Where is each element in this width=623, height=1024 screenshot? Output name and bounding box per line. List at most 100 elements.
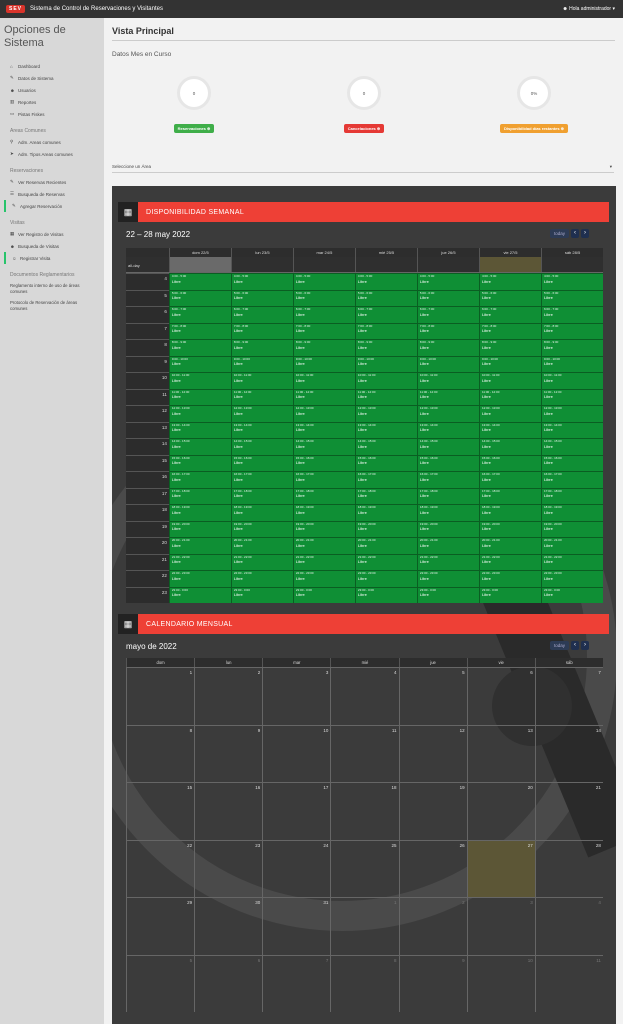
slot-event[interactable]: 21:00 - 22:00 Libre xyxy=(292,553,355,570)
slot-event[interactable]: 10:00 - 11:00 Libre xyxy=(354,372,417,389)
slot-event[interactable]: 23:00 - 0:00 Libre xyxy=(354,586,417,603)
slot-event[interactable]: 22:00 - 23:00 Libre xyxy=(478,570,541,587)
slot-event[interactable]: 10:00 - 11:00 Libre xyxy=(478,372,541,389)
month-day-cell[interactable]: 21 xyxy=(534,782,603,840)
slot-event[interactable]: 4:00 - 5:00 Libre xyxy=(478,273,541,290)
slot-event[interactable]: 10:00 - 11:00 Libre xyxy=(416,372,479,389)
cancelaciones-button[interactable]: Cancelaciones ⊕ xyxy=(343,124,385,133)
all-day-cell[interactable] xyxy=(231,257,293,272)
slot-event[interactable]: 12:00 - 13:00 Libre xyxy=(416,405,479,422)
slot-event[interactable]: 7:00 - 8:00 Libre xyxy=(354,322,417,339)
month-day-cell[interactable]: 15 xyxy=(126,782,195,840)
slot-event[interactable]: 12:00 - 13:00 Libre xyxy=(230,405,293,422)
month-day-cell[interactable]: 8 xyxy=(330,954,399,1012)
prev-week-button[interactable]: ‹ xyxy=(571,229,580,238)
slot-event[interactable]: 9:00 - 10:00 Libre xyxy=(230,355,293,372)
slot-event[interactable]: 22:00 - 23:00 Libre xyxy=(540,570,603,587)
slot-event[interactable]: 16:00 - 17:00 Libre xyxy=(292,471,355,488)
month-day-cell[interactable]: 2 xyxy=(398,897,467,955)
slot-event[interactable]: 22:00 - 23:00 Libre xyxy=(168,570,231,587)
month-day-cell[interactable]: 31 xyxy=(262,897,331,955)
slot-event[interactable]: 14:00 - 15:00 Libre xyxy=(478,438,541,455)
month-day-cell[interactable]: 17 xyxy=(262,782,331,840)
reservaciones-button[interactable]: Reservaciones ⊕ xyxy=(173,124,215,133)
slot-event[interactable]: 7:00 - 8:00 Libre xyxy=(478,322,541,339)
sidebar-item-busqueda-de-reservas[interactable]: ☰ Busqueda de Reservas xyxy=(4,188,100,200)
month-day-cell[interactable]: 2 xyxy=(194,667,263,725)
slot-event[interactable]: 9:00 - 10:00 Libre xyxy=(354,355,417,372)
slot-event[interactable]: 13:00 - 14:00 Libre xyxy=(540,421,603,438)
sidebar-item-pistas-fiskes[interactable]: ▭ Pistas Fiskes xyxy=(4,108,100,120)
month-day-cell[interactable]: 10 xyxy=(262,724,331,782)
month-day-cell[interactable]: 11 xyxy=(330,724,399,782)
slot-event[interactable]: 18:00 - 19:00 Libre xyxy=(416,504,479,521)
month-day-cell[interactable]: 3 xyxy=(466,897,535,955)
month-day-cell[interactable]: 30 xyxy=(194,897,263,955)
slot-event[interactable]: 4:00 - 5:00 Libre xyxy=(540,273,603,290)
slot-event[interactable]: 18:00 - 19:00 Libre xyxy=(168,504,231,521)
slot-event[interactable]: 13:00 - 14:00 Libre xyxy=(354,421,417,438)
slot-event[interactable]: 20:00 - 21:00 Libre xyxy=(478,537,541,554)
slot-event[interactable]: 9:00 - 10:00 Libre xyxy=(540,355,603,372)
slot-event[interactable]: 11:00 - 12:00 Libre xyxy=(230,388,293,405)
month-day-cell[interactable]: 19 xyxy=(398,782,467,840)
all-day-cell[interactable] xyxy=(355,257,417,272)
sidebar-item-ver-registro-de-visitas[interactable]: ▦ Ver Registro de Visitas xyxy=(4,228,100,240)
slot-event[interactable]: 22:00 - 23:00 Libre xyxy=(230,570,293,587)
slot-event[interactable]: 14:00 - 15:00 Libre xyxy=(168,438,231,455)
month-day-cell[interactable]: 1 xyxy=(126,667,195,725)
slot-event[interactable]: 13:00 - 14:00 Libre xyxy=(230,421,293,438)
all-day-cell[interactable] xyxy=(293,257,355,272)
sidebar-doc-link[interactable]: Reglamento interno de uso de áreas comun… xyxy=(4,280,100,297)
month-day-cell[interactable]: 3 xyxy=(262,667,331,725)
slot-event[interactable]: 8:00 - 9:00 Libre xyxy=(292,339,355,356)
slot-event[interactable]: 20:00 - 21:00 Libre xyxy=(354,537,417,554)
sidebar-item-usuarios[interactable]: ☻ Usuarios xyxy=(4,84,100,96)
slot-event[interactable]: 21:00 - 22:00 Libre xyxy=(230,553,293,570)
slot-event[interactable]: 18:00 - 19:00 Libre xyxy=(540,504,603,521)
slot-event[interactable]: 6:00 - 7:00 Libre xyxy=(230,306,293,323)
month-day-cell[interactable]: 7 xyxy=(262,954,331,1012)
slot-event[interactable]: 21:00 - 22:00 Libre xyxy=(478,553,541,570)
slot-event[interactable]: 15:00 - 16:00 Libre xyxy=(354,454,417,471)
slot-event[interactable]: 15:00 - 16:00 Libre xyxy=(230,454,293,471)
slot-event[interactable]: 20:00 - 21:00 Libre xyxy=(168,537,231,554)
slot-event[interactable]: 21:00 - 22:00 Libre xyxy=(168,553,231,570)
slot-event[interactable]: 20:00 - 21:00 Libre xyxy=(292,537,355,554)
sidebar-item-agregar-reservacion[interactable]: ✎ Agregar Reservación xyxy=(4,200,100,212)
slot-event[interactable]: 8:00 - 9:00 Libre xyxy=(230,339,293,356)
month-day-cell[interactable]: 9 xyxy=(194,724,263,782)
month-day-cell[interactable]: 13 xyxy=(466,724,535,782)
slot-event[interactable]: 17:00 - 18:00 Libre xyxy=(416,487,479,504)
user-menu[interactable]: ☻ Hola administrador ▾ xyxy=(562,6,615,12)
slot-event[interactable]: 23:00 - 0:00 Libre xyxy=(478,586,541,603)
month-day-cell[interactable]: 6 xyxy=(466,667,535,725)
slot-event[interactable]: 6:00 - 7:00 Libre xyxy=(416,306,479,323)
month-day-cell[interactable]: 29 xyxy=(126,897,195,955)
slot-event[interactable]: 14:00 - 15:00 Libre xyxy=(416,438,479,455)
slot-event[interactable]: 17:00 - 18:00 Libre xyxy=(540,487,603,504)
slot-event[interactable]: 8:00 - 9:00 Libre xyxy=(478,339,541,356)
month-day-cell[interactable]: 27 xyxy=(466,839,535,897)
sidebar-item-busqueda-de-visitas[interactable]: ☻ Busqueda de Visitas xyxy=(4,240,100,252)
month-day-cell[interactable]: 4 xyxy=(534,897,603,955)
slot-event[interactable]: 7:00 - 8:00 Libre xyxy=(540,322,603,339)
slot-event[interactable]: 15:00 - 16:00 Libre xyxy=(292,454,355,471)
month-day-cell[interactable]: 12 xyxy=(398,724,467,782)
slot-event[interactable]: 15:00 - 16:00 Libre xyxy=(168,454,231,471)
slot-event[interactable]: 18:00 - 19:00 Libre xyxy=(478,504,541,521)
month-day-cell[interactable]: 23 xyxy=(194,839,263,897)
month-day-cell[interactable]: 25 xyxy=(330,839,399,897)
slot-event[interactable]: 17:00 - 18:00 Libre xyxy=(168,487,231,504)
slot-event[interactable]: 7:00 - 8:00 Libre xyxy=(230,322,293,339)
month-day-cell[interactable]: 4 xyxy=(330,667,399,725)
slot-event[interactable]: 16:00 - 17:00 Libre xyxy=(478,471,541,488)
slot-event[interactable]: 19:00 - 20:00 Libre xyxy=(230,520,293,537)
slot-event[interactable]: 22:00 - 23:00 Libre xyxy=(292,570,355,587)
month-day-cell[interactable]: 22 xyxy=(126,839,195,897)
all-day-cell[interactable] xyxy=(169,257,232,272)
slot-event[interactable]: 22:00 - 23:00 Libre xyxy=(416,570,479,587)
slot-event[interactable]: 11:00 - 12:00 Libre xyxy=(292,388,355,405)
sidebar-item-adm-tipos-areas-comunes[interactable]: ➤ Adm. Tipos Areas comunes xyxy=(4,148,100,160)
slot-event[interactable]: 7:00 - 8:00 Libre xyxy=(292,322,355,339)
